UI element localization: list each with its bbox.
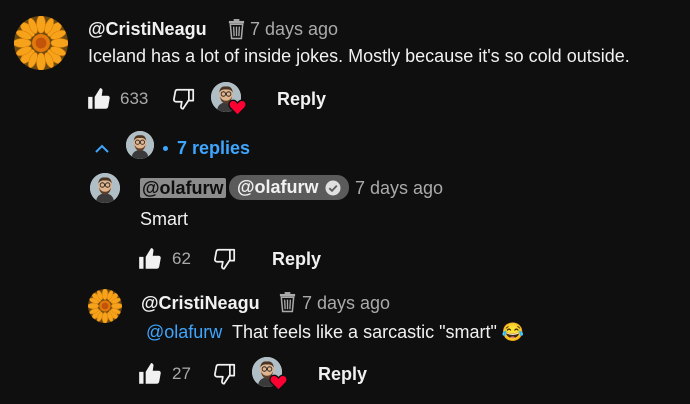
like-count: 62 xyxy=(172,249,191,268)
like-count: 633 xyxy=(120,89,149,108)
creator-face-icon xyxy=(126,131,154,159)
dislike-button[interactable] xyxy=(212,361,238,387)
laughing-emoji-icon: 😂 xyxy=(501,322,525,342)
creator-reply-avatar xyxy=(126,131,154,159)
replies-toggle[interactable]: 7 replies xyxy=(177,138,250,159)
reply-button[interactable]: Reply xyxy=(272,249,321,270)
like-count: 27 xyxy=(172,364,191,383)
chevron-up-icon[interactable] xyxy=(94,142,110,154)
creator-heart-icon xyxy=(269,374,288,391)
flower-avatar-icon xyxy=(14,16,68,70)
reply-timestamp[interactable]: 7 days ago xyxy=(302,293,390,314)
verified-check-icon xyxy=(325,180,341,195)
reply-text: @olafurw That feels like a sarcastic "sm… xyxy=(146,322,524,343)
reply-avatar[interactable] xyxy=(90,173,120,203)
reply-author[interactable]: @olafurw xyxy=(140,178,226,199)
like-button[interactable] xyxy=(86,86,112,112)
reply-button[interactable]: Reply xyxy=(277,89,326,110)
creator-face-icon xyxy=(90,173,120,203)
like-button[interactable] xyxy=(137,246,163,272)
reply-text: Smart xyxy=(140,209,189,229)
comment-timestamp[interactable]: 7 days ago xyxy=(250,19,338,40)
owner-badge[interactable]: @olafurw xyxy=(229,175,349,200)
dislike-button[interactable] xyxy=(212,246,238,272)
commenter-avatar[interactable] xyxy=(14,16,68,70)
trash-icon xyxy=(278,292,297,313)
flower-avatar-icon xyxy=(88,289,122,323)
reply-author[interactable]: @CristiNeagu xyxy=(141,293,260,314)
creator-heart-icon xyxy=(228,99,247,116)
reply-button[interactable]: Reply xyxy=(318,364,367,385)
dislike-button[interactable] xyxy=(171,86,197,112)
comment-text: Iceland has a lot of inside jokes. Mostl… xyxy=(88,46,630,66)
mention-link[interactable]: @olafurw xyxy=(146,322,222,342)
author-highlight: @olafurw xyxy=(140,178,226,198)
creator-heart xyxy=(252,357,288,393)
dot-separator xyxy=(163,146,168,151)
owner-badge-label: @olafurw xyxy=(237,177,319,197)
reply-timestamp[interactable]: 7 days ago xyxy=(355,178,443,199)
reply-avatar[interactable] xyxy=(88,289,122,323)
trash-icon xyxy=(227,19,246,40)
like-button[interactable] xyxy=(137,361,163,387)
creator-heart xyxy=(211,82,247,118)
reply-body: That feels like a sarcastic "smart" xyxy=(232,322,497,342)
comment-author[interactable]: @CristiNeagu xyxy=(88,19,207,40)
